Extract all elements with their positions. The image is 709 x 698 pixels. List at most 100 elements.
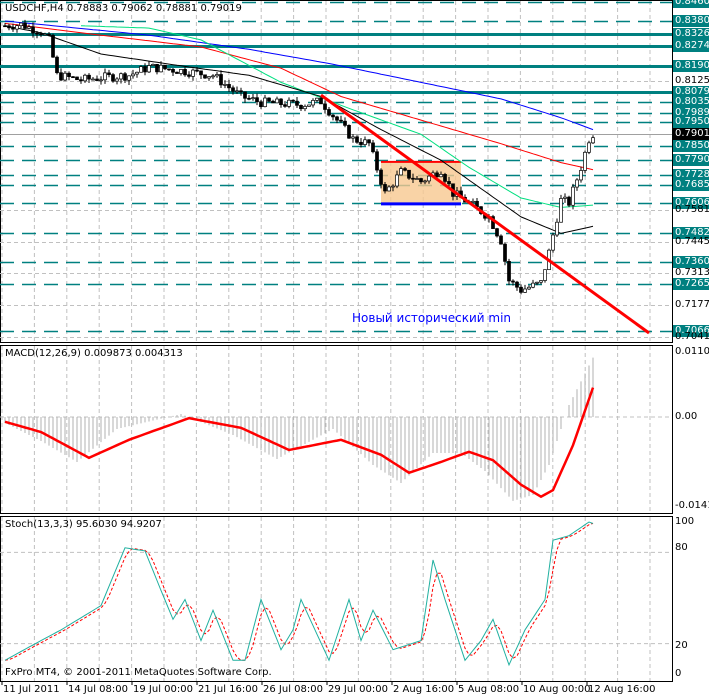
time-axis-label: 10 Aug 00:00 <box>523 684 591 695</box>
stoch-tick-20: 20 <box>675 640 688 651</box>
candle-body <box>375 151 379 171</box>
candle-body <box>211 75 215 78</box>
candle-body <box>191 69 195 77</box>
candle-body <box>55 56 59 74</box>
candle-body <box>103 72 107 81</box>
stoch-signal-line <box>4 522 594 661</box>
candle-body <box>363 139 367 145</box>
candle-body <box>347 124 351 139</box>
candle-body <box>391 185 395 188</box>
candle-body <box>183 69 187 76</box>
copyright: FxPro MT4, © 2001-2011 MetaQuotes Softwa… <box>5 667 272 678</box>
candle-body <box>135 71 139 75</box>
stoch-tick-0: 0 <box>675 668 682 679</box>
price-label: 0.79019 <box>673 127 709 140</box>
price-label: 0.78500 <box>673 140 709 153</box>
time-axis-label: 11 Jul 2011 <box>3 684 60 695</box>
candle-body <box>519 286 523 293</box>
candle-body <box>107 72 111 75</box>
price-label: 0.76850 <box>673 179 709 192</box>
candle-body <box>219 74 223 86</box>
candle-body <box>495 228 499 237</box>
candle-body <box>515 281 519 288</box>
macd-tick-min: -0.01412 <box>675 500 709 511</box>
candle-body <box>563 196 567 199</box>
candle-body <box>143 66 147 73</box>
candle-body <box>75 76 79 81</box>
candle-body <box>291 99 295 102</box>
price-label: 0.73130 <box>675 266 709 278</box>
candle-body <box>351 136 355 139</box>
candle-body <box>179 69 183 74</box>
candle-body <box>583 151 587 171</box>
price-label: 0.71770 <box>675 298 709 310</box>
candle-body <box>427 175 431 182</box>
stoch-tick-100: 100 <box>675 516 695 527</box>
candle-body <box>471 200 475 203</box>
candle-body <box>511 280 515 283</box>
candle-body <box>499 235 503 245</box>
candle-body <box>399 168 403 176</box>
macd-tick-zero: 0.00 <box>675 411 698 422</box>
candle-body <box>99 79 103 82</box>
candle-body <box>235 90 239 93</box>
candle-body <box>67 72 71 78</box>
candle-body <box>371 142 375 153</box>
candle-body <box>47 33 51 36</box>
candle-body <box>339 119 343 122</box>
candle-body <box>111 74 115 82</box>
candle-body <box>3 25 7 28</box>
candle-body <box>543 269 547 281</box>
candle-body <box>15 25 19 30</box>
candle-body <box>447 181 451 185</box>
price-label: 0.84600 <box>673 0 709 9</box>
candle-body <box>403 168 407 171</box>
candle-body <box>171 68 175 73</box>
candle-body <box>87 74 91 80</box>
candle-body <box>231 87 235 92</box>
candle-body <box>263 97 267 108</box>
candle-body <box>579 170 583 181</box>
price-label: 0.83800 <box>673 15 709 27</box>
time-axis-label: 21 Jul 16:00 <box>198 684 258 695</box>
chart-window[interactable]: USDCHF,H4 0.78883 0.79062 0.78881 0.7901… <box>0 0 709 698</box>
candle-body <box>267 97 271 102</box>
candle-body <box>327 109 331 116</box>
candle-body <box>275 98 279 104</box>
candle-body <box>523 288 527 293</box>
symbol-info: USDCHF,H4 0.78883 0.79062 0.78881 0.7901… <box>5 3 242 14</box>
price-label: 0.81900 <box>673 59 709 72</box>
candle-body <box>35 32 39 35</box>
candle-body <box>271 100 275 104</box>
candle-body <box>531 282 535 288</box>
candle-body <box>507 261 511 282</box>
candle-body <box>575 179 579 188</box>
macd-tick-max: 0.01101 <box>675 346 709 357</box>
candle-body <box>95 78 99 81</box>
stoch-pane-border <box>0 516 673 682</box>
candle-body <box>159 64 163 73</box>
candle-body <box>335 116 339 121</box>
candle-body <box>91 78 95 81</box>
candle-body <box>79 79 83 82</box>
candle-body <box>299 104 303 110</box>
candle-body <box>535 281 539 284</box>
candle-body <box>59 72 63 81</box>
candle-body <box>11 27 15 30</box>
candle-body <box>43 33 47 36</box>
downtrend-line <box>320 93 650 335</box>
candle-body <box>279 98 283 105</box>
candle-body <box>379 169 383 185</box>
candle-body <box>423 180 427 183</box>
candle-body <box>199 70 203 76</box>
candle-body <box>359 141 363 145</box>
candle-body <box>311 100 315 106</box>
candle-body <box>139 66 143 73</box>
candle-body <box>227 84 231 89</box>
candle-body <box>123 73 127 81</box>
candle-body <box>19 22 23 27</box>
main-pane-border <box>0 0 673 343</box>
candle-body <box>415 178 419 180</box>
candle-body <box>555 221 559 236</box>
price-label: 0.77900 <box>673 154 709 167</box>
